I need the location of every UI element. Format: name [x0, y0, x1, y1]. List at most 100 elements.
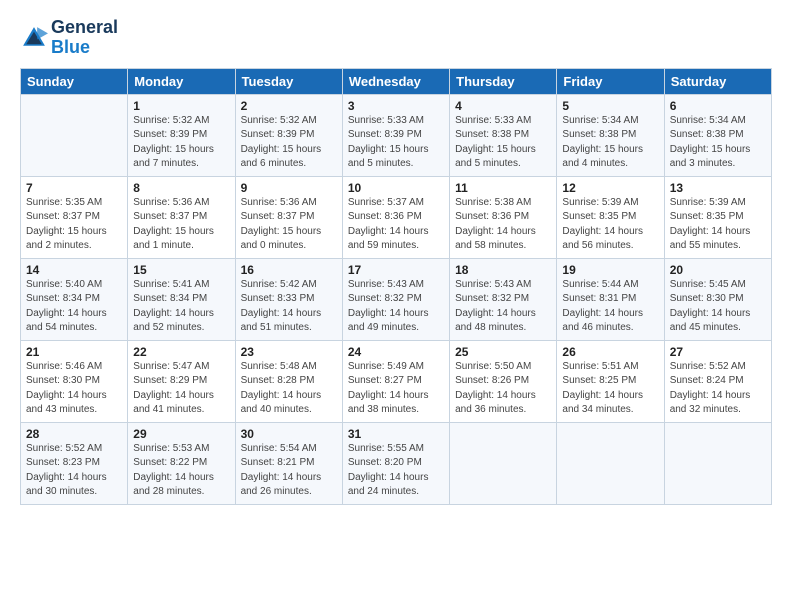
day-number: 20: [670, 263, 766, 277]
day-detail: Sunrise: 5:55 AM Sunset: 8:20 PM Dayligh…: [348, 442, 444, 500]
day-detail: Sunrise: 5:52 AM Sunset: 8:24 PM Dayligh…: [670, 360, 766, 418]
day-detail: Sunrise: 5:33 AM Sunset: 8:38 PM Dayligh…: [455, 114, 551, 172]
day-cell: 29Sunrise: 5:53 AM Sunset: 8:22 PM Dayli…: [128, 422, 235, 504]
day-number: 14: [26, 263, 122, 277]
day-number: 28: [26, 427, 122, 441]
day-detail: Sunrise: 5:47 AM Sunset: 8:29 PM Dayligh…: [133, 360, 229, 418]
day-detail: Sunrise: 5:34 AM Sunset: 8:38 PM Dayligh…: [562, 114, 658, 172]
day-detail: Sunrise: 5:34 AM Sunset: 8:38 PM Dayligh…: [670, 114, 766, 172]
day-cell: 27Sunrise: 5:52 AM Sunset: 8:24 PM Dayli…: [664, 340, 771, 422]
day-number: 24: [348, 345, 444, 359]
day-cell: 17Sunrise: 5:43 AM Sunset: 8:32 PM Dayli…: [342, 258, 449, 340]
day-cell: 19Sunrise: 5:44 AM Sunset: 8:31 PM Dayli…: [557, 258, 664, 340]
day-number: 26: [562, 345, 658, 359]
logo-blue: Blue: [51, 38, 118, 58]
day-detail: Sunrise: 5:45 AM Sunset: 8:30 PM Dayligh…: [670, 278, 766, 336]
col-header-wednesday: Wednesday: [342, 68, 449, 94]
day-cell: 7Sunrise: 5:35 AM Sunset: 8:37 PM Daylig…: [21, 176, 128, 258]
day-number: 22: [133, 345, 229, 359]
day-number: 6: [670, 99, 766, 113]
day-cell: 31Sunrise: 5:55 AM Sunset: 8:20 PM Dayli…: [342, 422, 449, 504]
day-detail: Sunrise: 5:36 AM Sunset: 8:37 PM Dayligh…: [241, 196, 337, 254]
day-detail: Sunrise: 5:52 AM Sunset: 8:23 PM Dayligh…: [26, 442, 122, 500]
day-number: 18: [455, 263, 551, 277]
day-cell: 24Sunrise: 5:49 AM Sunset: 8:27 PM Dayli…: [342, 340, 449, 422]
day-number: 2: [241, 99, 337, 113]
day-detail: Sunrise: 5:51 AM Sunset: 8:25 PM Dayligh…: [562, 360, 658, 418]
col-header-friday: Friday: [557, 68, 664, 94]
day-number: 9: [241, 181, 337, 195]
day-cell: 13Sunrise: 5:39 AM Sunset: 8:35 PM Dayli…: [664, 176, 771, 258]
page: General Blue SundayMondayTuesdayWednesda…: [0, 0, 792, 612]
day-detail: Sunrise: 5:41 AM Sunset: 8:34 PM Dayligh…: [133, 278, 229, 336]
day-cell: 4Sunrise: 5:33 AM Sunset: 8:38 PM Daylig…: [450, 94, 557, 176]
col-header-saturday: Saturday: [664, 68, 771, 94]
day-number: 13: [670, 181, 766, 195]
day-cell: [557, 422, 664, 504]
day-cell: 25Sunrise: 5:50 AM Sunset: 8:26 PM Dayli…: [450, 340, 557, 422]
day-cell: 15Sunrise: 5:41 AM Sunset: 8:34 PM Dayli…: [128, 258, 235, 340]
day-detail: Sunrise: 5:53 AM Sunset: 8:22 PM Dayligh…: [133, 442, 229, 500]
day-cell: 1Sunrise: 5:32 AM Sunset: 8:39 PM Daylig…: [128, 94, 235, 176]
day-cell: 3Sunrise: 5:33 AM Sunset: 8:39 PM Daylig…: [342, 94, 449, 176]
day-number: 25: [455, 345, 551, 359]
day-cell: 28Sunrise: 5:52 AM Sunset: 8:23 PM Dayli…: [21, 422, 128, 504]
day-cell: 21Sunrise: 5:46 AM Sunset: 8:30 PM Dayli…: [21, 340, 128, 422]
day-number: 21: [26, 345, 122, 359]
day-cell: 11Sunrise: 5:38 AM Sunset: 8:36 PM Dayli…: [450, 176, 557, 258]
day-number: 7: [26, 181, 122, 195]
day-cell: 12Sunrise: 5:39 AM Sunset: 8:35 PM Dayli…: [557, 176, 664, 258]
day-cell: 2Sunrise: 5:32 AM Sunset: 8:39 PM Daylig…: [235, 94, 342, 176]
day-detail: Sunrise: 5:54 AM Sunset: 8:21 PM Dayligh…: [241, 442, 337, 500]
day-detail: Sunrise: 5:35 AM Sunset: 8:37 PM Dayligh…: [26, 196, 122, 254]
day-number: 23: [241, 345, 337, 359]
week-row-3: 14Sunrise: 5:40 AM Sunset: 8:34 PM Dayli…: [21, 258, 772, 340]
day-detail: Sunrise: 5:39 AM Sunset: 8:35 PM Dayligh…: [562, 196, 658, 254]
day-number: 5: [562, 99, 658, 113]
col-header-sunday: Sunday: [21, 68, 128, 94]
day-number: 4: [455, 99, 551, 113]
day-number: 16: [241, 263, 337, 277]
day-number: 19: [562, 263, 658, 277]
week-row-1: 1 Sunrise: 5:32 AM Sunset: 8:39 PM Daylig…: [21, 94, 772, 176]
day-detail: Sunrise: 5:48 AM Sunset: 8:28 PM Dayligh…: [241, 360, 337, 418]
day-number: 10: [348, 181, 444, 195]
day-number: 31: [348, 427, 444, 441]
day-cell: 23Sunrise: 5:48 AM Sunset: 8:28 PM Dayli…: [235, 340, 342, 422]
logo-icon: [20, 24, 48, 52]
day-number: 17: [348, 263, 444, 277]
day-detail: Sunrise: 5:36 AM Sunset: 8:37 PM Dayligh…: [133, 196, 229, 254]
day-cell: 16Sunrise: 5:42 AM Sunset: 8:33 PM Dayli…: [235, 258, 342, 340]
day-detail: Sunrise: 5:38 AM Sunset: 8:36 PM Dayligh…: [455, 196, 551, 254]
day-cell: 6Sunrise: 5:34 AM Sunset: 8:38 PM Daylig…: [664, 94, 771, 176]
day-cell: 22Sunrise: 5:47 AM Sunset: 8:29 PM Dayli…: [128, 340, 235, 422]
day-detail: Sunrise: 5:46 AM Sunset: 8:30 PM Dayligh…: [26, 360, 122, 418]
day-detail: Sunrise: 5:43 AM Sunset: 8:32 PM Dayligh…: [455, 278, 551, 336]
col-header-tuesday: Tuesday: [235, 68, 342, 94]
week-row-5: 28Sunrise: 5:52 AM Sunset: 8:23 PM Dayli…: [21, 422, 772, 504]
day-cell: 8Sunrise: 5:36 AM Sunset: 8:37 PM Daylig…: [128, 176, 235, 258]
day-detail: Sunrise: 5:39 AM Sunset: 8:35 PM Dayligh…: [670, 196, 766, 254]
day-detail: Sunrise: 5:49 AM Sunset: 8:27 PM Dayligh…: [348, 360, 444, 418]
day-cell: [664, 422, 771, 504]
day-cell: 30Sunrise: 5:54 AM Sunset: 8:21 PM Dayli…: [235, 422, 342, 504]
day-cell: [450, 422, 557, 504]
day-cell: 20Sunrise: 5:45 AM Sunset: 8:30 PM Dayli…: [664, 258, 771, 340]
day-cell: 5Sunrise: 5:34 AM Sunset: 8:38 PM Daylig…: [557, 94, 664, 176]
day-detail: Sunrise: 5:43 AM Sunset: 8:32 PM Dayligh…: [348, 278, 444, 336]
day-number: 29: [133, 427, 229, 441]
day-detail: Sunrise: 5:32 AM Sunset: 8:39 PM Dayligh…: [241, 114, 337, 172]
day-number: 8: [133, 181, 229, 195]
header-row: SundayMondayTuesdayWednesdayThursdayFrid…: [21, 68, 772, 94]
day-detail: Sunrise: 5:44 AM Sunset: 8:31 PM Dayligh…: [562, 278, 658, 336]
day-detail: Sunrise: 5:40 AM Sunset: 8:34 PM Dayligh…: [26, 278, 122, 336]
day-cell: [21, 94, 128, 176]
week-row-4: 21Sunrise: 5:46 AM Sunset: 8:30 PM Dayli…: [21, 340, 772, 422]
day-cell: 26Sunrise: 5:51 AM Sunset: 8:25 PM Dayli…: [557, 340, 664, 422]
day-detail: Sunrise: 5:50 AM Sunset: 8:26 PM Dayligh…: [455, 360, 551, 418]
day-cell: 9Sunrise: 5:36 AM Sunset: 8:37 PM Daylig…: [235, 176, 342, 258]
day-number: 30: [241, 427, 337, 441]
day-number: 1: [133, 99, 229, 113]
day-number: 27: [670, 345, 766, 359]
day-cell: 14Sunrise: 5:40 AM Sunset: 8:34 PM Dayli…: [21, 258, 128, 340]
